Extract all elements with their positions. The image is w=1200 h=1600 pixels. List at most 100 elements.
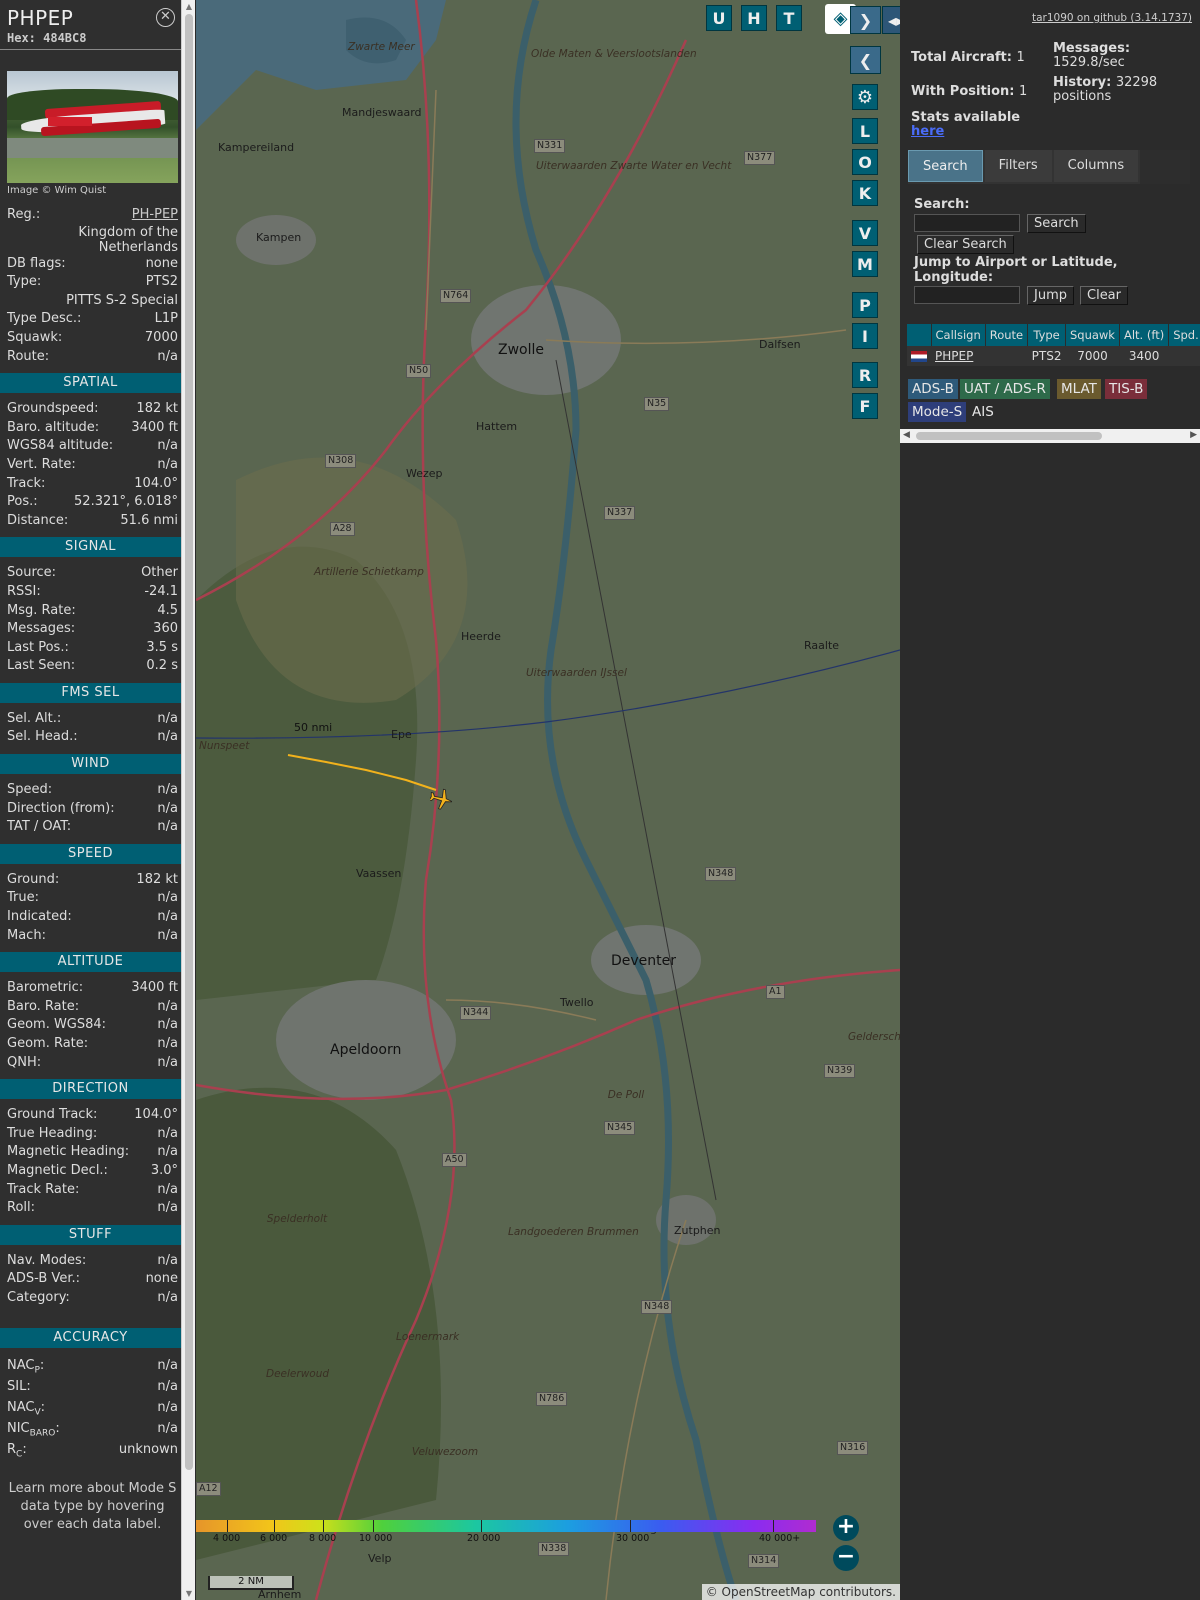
infoblock-scrollbar[interactable]: ▲ ▼ — [181, 0, 195, 1600]
field-label[interactable]: NACV: — [7, 1397, 45, 1418]
field-label[interactable]: Track Rate: — [7, 1181, 79, 1200]
field-label[interactable]: Magnetic Heading: — [7, 1143, 129, 1162]
table-horizontal-scrollbar[interactable]: ◀ ▶ — [900, 429, 1200, 443]
field-label[interactable]: TAT / OAT: — [7, 818, 71, 837]
search-input[interactable] — [914, 214, 1020, 232]
map-button-i[interactable]: I — [852, 323, 878, 349]
close-icon[interactable]: ✕ — [156, 8, 175, 27]
map-button-h[interactable]: H — [741, 5, 767, 31]
scroll-right-arrow-icon[interactable]: ▶ — [1190, 430, 1197, 440]
field-label[interactable]: Baro. altitude: — [7, 419, 99, 438]
github-link[interactable]: tar1090 on github (3.14.1737) — [1032, 12, 1192, 24]
column-header-squawk[interactable]: Squawk — [1065, 324, 1120, 346]
gear-icon[interactable]: ⚙ — [852, 84, 878, 110]
map-button-v[interactable]: V — [852, 220, 878, 246]
column-header-type[interactable]: Type — [1027, 324, 1066, 346]
field-label[interactable]: Sel. Head.: — [7, 728, 78, 747]
field-label[interactable]: DB flags: — [7, 255, 66, 274]
field-label[interactable]: Last Pos.: — [7, 639, 69, 658]
map-button-r[interactable]: R — [852, 362, 878, 388]
arrows-left-right-icon[interactable]: ◂▸ — [882, 6, 900, 34]
field-label[interactable]: Magnetic Decl.: — [7, 1162, 108, 1181]
field-value: n/a — [157, 819, 178, 835]
field-label[interactable]: RSSI: — [7, 583, 41, 602]
field-label[interactable]: Squawk: — [7, 329, 62, 348]
clear-search-button[interactable]: Clear Search — [917, 235, 1014, 254]
field-label[interactable]: Track: — [7, 475, 45, 494]
clear-button[interactable]: Clear — [1080, 286, 1128, 305]
aircraft-icon[interactable] — [430, 786, 452, 812]
map-button-l[interactable]: L — [852, 118, 878, 144]
field-label[interactable]: Category: — [7, 1289, 70, 1308]
field-label[interactable]: Reg.: — [7, 206, 40, 225]
field-label[interactable]: Direction (from): — [7, 800, 115, 819]
scroll-down-arrow-icon[interactable]: ▼ — [182, 1589, 196, 1598]
tab-columns[interactable]: Columns — [1053, 150, 1139, 182]
field-label[interactable]: Sel. Alt.: — [7, 710, 61, 729]
horizontal-scroll-thumb[interactable] — [916, 432, 1102, 440]
field-label[interactable]: Route: — [7, 348, 49, 367]
field-label[interactable]: QNH: — [7, 1054, 41, 1073]
tab-filters[interactable]: Filters — [984, 150, 1052, 182]
field-label[interactable]: WGS84 altitude: — [7, 437, 113, 456]
map-attribution[interactable]: © OpenStreetMap contributors. — [701, 1584, 900, 1600]
field-label[interactable]: Baro. Rate: — [7, 998, 79, 1017]
scroll-up-arrow-icon[interactable]: ▲ — [182, 2, 196, 11]
field-label[interactable]: Geom. Rate: — [7, 1035, 88, 1054]
field-label[interactable]: Msg. Rate: — [7, 602, 76, 621]
column-header-altitude[interactable]: Alt. (ft) — [1119, 324, 1170, 346]
registration-link[interactable]: PH-PEP — [132, 206, 178, 225]
field-label[interactable]: Pos.: — [7, 493, 38, 512]
map-view[interactable]: Zwolle Deventer Apeldoorn Kampen Kampere… — [196, 0, 900, 1600]
column-header-speed[interactable]: Spd. — [1168, 324, 1200, 346]
field-label[interactable]: ADS-B Ver.: — [7, 1270, 80, 1289]
field-label[interactable]: Type Desc.: — [7, 310, 81, 329]
column-header-callsign[interactable]: Callsign — [931, 324, 986, 346]
zoom-out-button[interactable]: − — [833, 1545, 859, 1571]
chevron-right-icon[interactable]: ❯ — [850, 6, 881, 34]
map-button-p[interactable]: P — [852, 292, 878, 318]
scroll-thumb[interactable] — [185, 14, 193, 1470]
zoom-in-button[interactable]: + — [833, 1515, 859, 1541]
field-label[interactable]: Roll: — [7, 1199, 35, 1218]
tab-search[interactable]: Search — [908, 150, 983, 182]
field-label[interactable]: True Heading: — [7, 1125, 97, 1144]
search-button[interactable]: Search — [1027, 214, 1086, 233]
field-label[interactable]: Speed: — [7, 781, 52, 800]
field-label[interactable]: Geom. WGS84: — [7, 1016, 106, 1035]
field-label[interactable]: Groundspeed: — [7, 400, 98, 419]
field-label[interactable]: NACP: — [7, 1355, 44, 1376]
map-button-t[interactable]: T — [776, 5, 802, 31]
field-label[interactable]: Barometric: — [7, 979, 83, 998]
field-label[interactable]: SIL: — [7, 1376, 31, 1397]
field-label[interactable]: Last Seen: — [7, 657, 75, 676]
field-label[interactable]: Distance: — [7, 512, 68, 531]
field-label[interactable]: Nav. Modes: — [7, 1252, 86, 1271]
map-button-f[interactable]: F — [852, 393, 878, 419]
column-header-route[interactable]: Route — [985, 324, 1029, 346]
stats-link[interactable]: here — [911, 124, 944, 139]
field-label[interactable]: RC: — [7, 1439, 27, 1460]
field-label[interactable]: Ground: — [7, 871, 59, 890]
chevron-left-icon[interactable]: ❮ — [850, 46, 881, 74]
callsign-cell[interactable]: PHPEP — [931, 346, 986, 366]
field-label[interactable]: NICBARO: — [7, 1418, 60, 1439]
field-label[interactable]: Indicated: — [7, 908, 72, 927]
field-label[interactable]: Vert. Rate: — [7, 456, 76, 475]
scroll-left-arrow-icon[interactable]: ◀ — [903, 430, 910, 440]
map-button-u[interactable]: U — [706, 5, 732, 31]
field-label[interactable]: Source: — [7, 564, 56, 583]
field-label[interactable]: Ground Track: — [7, 1106, 97, 1125]
map-button-o[interactable]: O — [852, 149, 878, 175]
jump-button[interactable]: Jump — [1027, 286, 1074, 305]
table-row[interactable]: PHPEP PTS2 7000 3400 — [907, 346, 1200, 366]
field-label[interactable]: Messages: — [7, 620, 75, 639]
aircraft-photo[interactable] — [7, 71, 178, 183]
map-button-m[interactable]: M — [852, 251, 878, 277]
field-label[interactable]: Mach: — [7, 927, 46, 946]
field-label[interactable]: Type: — [7, 273, 41, 292]
column-header-flag[interactable] — [907, 324, 932, 346]
jump-input[interactable] — [914, 286, 1020, 304]
field-label[interactable]: True: — [7, 889, 39, 908]
map-button-k[interactable]: K — [852, 180, 878, 206]
